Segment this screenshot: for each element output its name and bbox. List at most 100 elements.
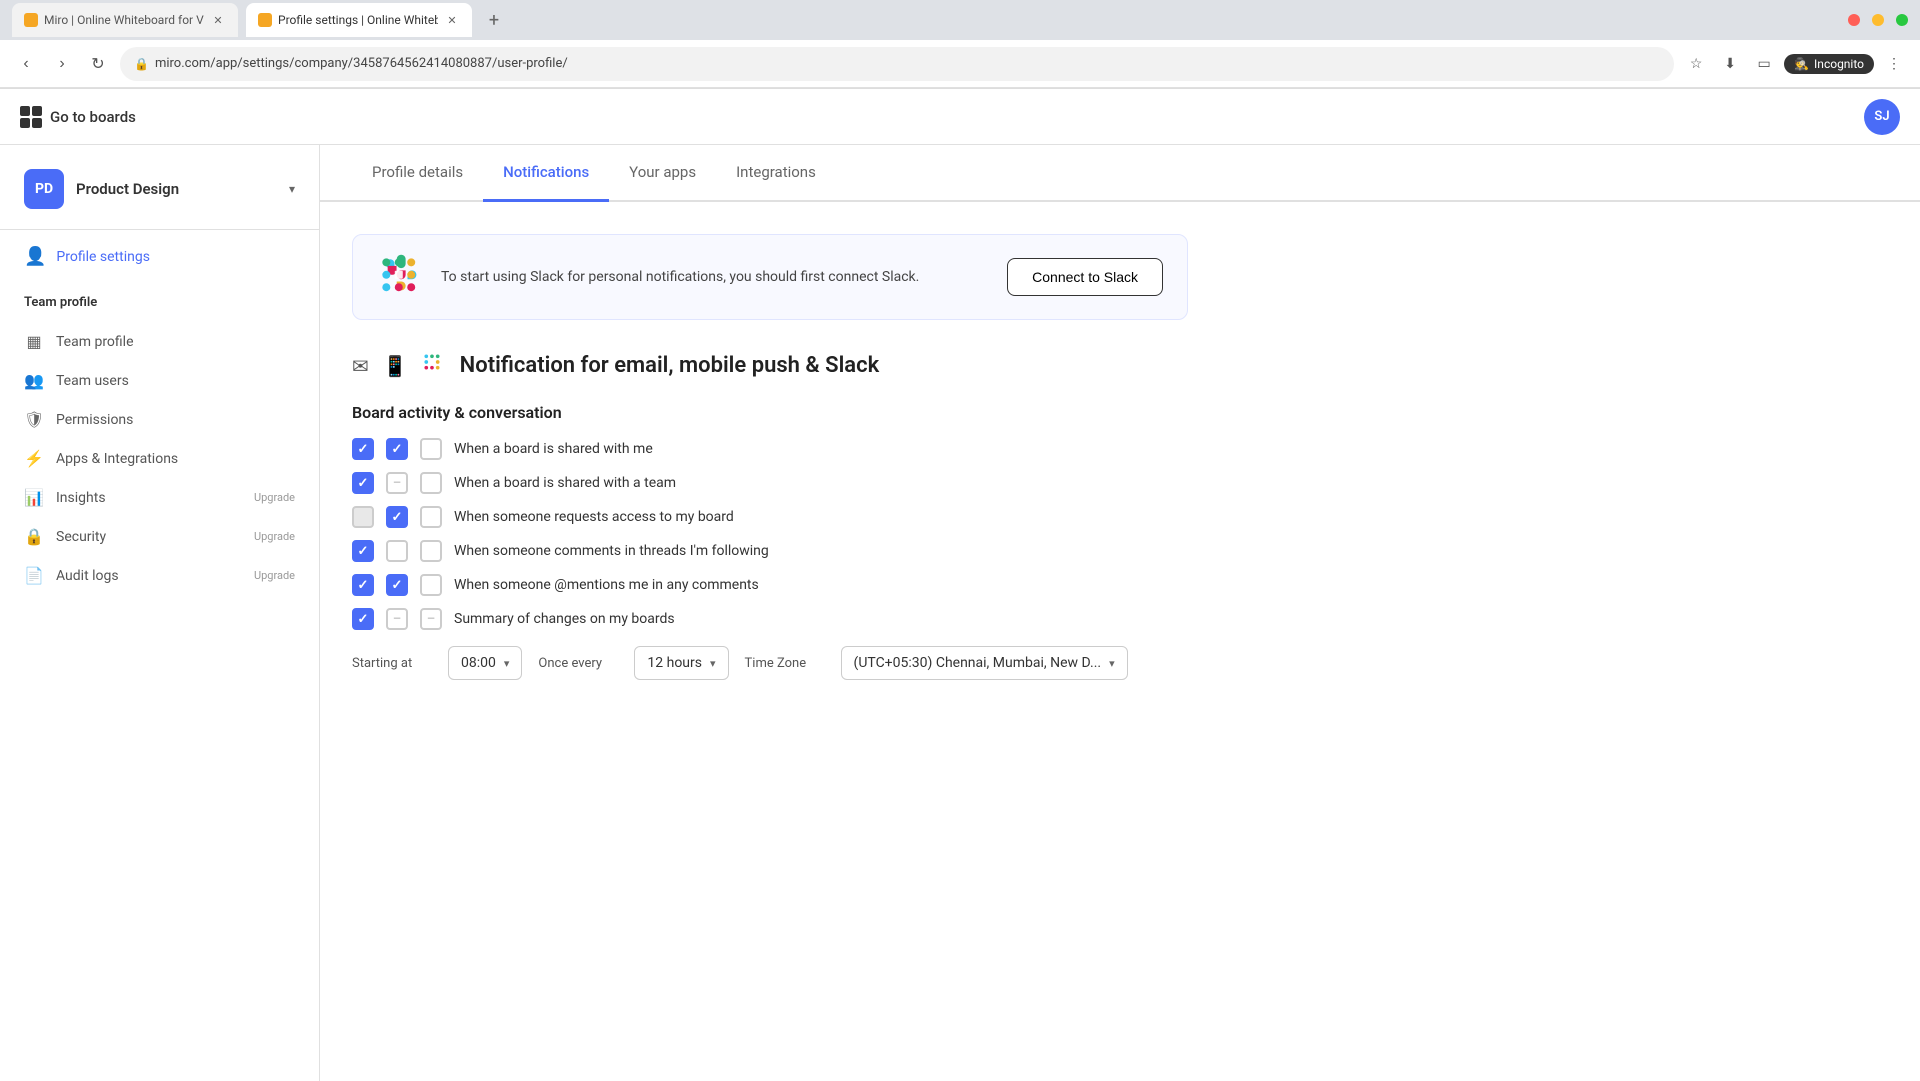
back-button[interactable]: ‹ [12,50,40,78]
browser-actions: ☆ ⬇ ▭ 🕵 Incognito ⋮ [1682,50,1908,78]
content-tabs: Profile details Notifications Your apps … [320,145,1920,202]
sidebar-item-permissions[interactable]: 🛡 Permissions [0,400,319,439]
checkbox[interactable] [420,540,442,562]
go-to-boards-button[interactable]: Go to boards [20,106,136,128]
sidebar-item-team-profile[interactable]: ▦ Team profile [0,322,319,361]
checkbox[interactable] [386,438,408,460]
sidebar-item-insights[interactable]: 📊 Insights Upgrade [0,478,319,517]
checkbox[interactable] [420,608,442,630]
checkbox[interactable] [352,438,374,460]
content-area: Profile details Notifications Your apps … [320,145,1920,1081]
browser-titlebar: Miro | Online Whiteboard for Vis... ✕ Pr… [0,0,1920,40]
sidebar-item-profile-settings[interactable]: 👤 Profile settings [0,230,319,287]
team-users-icon: 👥 [24,371,44,390]
notification-section-title: Notification for email, mobile push & Sl… [460,353,880,378]
security-icon: 🔒 [24,527,44,546]
notification-rows: When a board is shared with me When a boa… [352,438,1188,630]
time-zone-label: Time Zone [745,656,825,671]
notification-row-label: When a board is shared with a team [454,475,676,491]
connect-to-slack-button[interactable]: Connect to Slack [1007,258,1163,296]
sidebar-item-security[interactable]: 🔒 Security Upgrade [0,517,319,556]
sidebar-label-audit-logs: Audit logs [56,568,242,584]
sidebar-label-apps: Apps & Integrations [56,451,295,467]
incognito-icon: 🕵 [1794,57,1809,71]
org-selector[interactable]: PD Product Design ▾ [0,169,319,230]
checkbox[interactable] [352,472,374,494]
mobile-notif-icon: 📱 [383,354,408,378]
new-tab-button[interactable]: + [480,6,508,34]
insights-upgrade-badge: Upgrade [254,491,295,504]
profile-icon: 👤 [24,246,46,267]
checkbox[interactable] [352,574,374,596]
audit-logs-upgrade-badge: Upgrade [254,569,295,582]
sidebar-item-team-users[interactable]: 👥 Team users [0,361,319,400]
download-icon[interactable]: ⬇ [1716,50,1744,78]
notification-row: When someone @mentions me in any comment… [352,574,1188,596]
time-zone-select[interactable]: (UTC+05:30) Chennai, Mumbai, New D... ▾ [841,646,1128,680]
tab-notifications[interactable]: Notifications [483,145,609,202]
checkbox[interactable] [420,472,442,494]
checkbox[interactable] [420,438,442,460]
notification-row-label: When a board is shared with me [454,441,653,457]
avatar[interactable]: SJ [1864,99,1900,135]
sidebar-label-permissions: Permissions [56,412,295,428]
refresh-button[interactable]: ↻ [84,50,112,78]
checkbox[interactable] [352,540,374,562]
notification-row: When a board is shared with me [352,438,1188,460]
team-profile-section-label: Team profile [0,287,319,318]
checkbox[interactable] [386,540,408,562]
tab-profile-details[interactable]: Profile details [352,145,483,202]
menu-icon[interactable]: ⋮ [1880,50,1908,78]
checkbox[interactable] [420,574,442,596]
notification-row: When someone comments in threads I'm fol… [352,540,1188,562]
notification-icons: ✉ 📱 [352,352,444,379]
checkbox[interactable] [420,506,442,528]
lock-icon: 🔒 [134,57,149,71]
notification-row: When someone requests access to my board [352,506,1188,528]
tab-integrations[interactable]: Integrations [716,145,836,202]
browser-toolbar: ‹ › ↻ 🔒 miro.com/app/settings/company/34… [0,40,1920,88]
go-to-boards-label: Go to boards [50,108,136,126]
browser-tab-1[interactable]: Miro | Online Whiteboard for Vis... ✕ [12,3,238,37]
checkbox[interactable] [386,574,408,596]
grid-icon [20,106,42,128]
checkbox[interactable] [352,608,374,630]
once-every-select[interactable]: 12 hours ▾ [634,646,728,680]
notification-row-label: When someone comments in threads I'm fol… [454,543,769,559]
checkbox[interactable] [386,608,408,630]
team-profile-icon: ▦ [24,332,44,351]
insights-icon: 📊 [24,488,44,507]
browser-tab-2[interactable]: Profile settings | Online Whitebo... ✕ [246,3,472,37]
slack-logo-icon [377,253,425,301]
org-chevron-icon[interactable]: ▾ [289,182,295,196]
bookmark-icon[interactable]: ☆ [1682,50,1710,78]
checkbox[interactable] [386,472,408,494]
sidebar-item-apps-integrations[interactable]: ⚡ Apps & Integrations [0,439,319,478]
notification-row-label: When someone @mentions me in any comment… [454,577,759,593]
incognito-badge: 🕵 Incognito [1784,54,1874,74]
org-logo: PD [24,169,64,209]
sidebar-label-team-users: Team users [56,373,295,389]
browser-chrome: Miro | Online Whiteboard for Vis... ✕ Pr… [0,0,1920,89]
sidebar: PD Product Design ▾ 👤 Profile settings T… [0,145,320,1081]
sidebar-label-insights: Insights [56,490,242,506]
slack-banner: To start using Slack for personal notifi… [352,234,1188,320]
once-every-chevron-icon: ▾ [710,657,716,670]
forward-button[interactable]: › [48,50,76,78]
screen-icon[interactable]: ▭ [1750,50,1778,78]
sidebar-item-audit-logs[interactable]: 📄 Audit logs Upgrade [0,556,319,595]
checkbox[interactable] [352,506,374,528]
slack-notif-icon [422,352,444,379]
address-bar[interactable]: 🔒 miro.com/app/settings/company/34587645… [120,47,1674,81]
starting-at-select[interactable]: 08:00 ▾ [448,646,522,680]
once-every-label: Once every [538,656,618,671]
time-settings-row: Starting at 08:00 ▾ Once every 12 hours … [352,646,1188,680]
app-header: Go to boards SJ [0,89,1920,145]
checkbox[interactable] [386,506,408,528]
slack-banner-text: To start using Slack for personal notifi… [441,267,991,288]
permissions-icon: 🛡 [24,410,44,429]
tab-your-apps[interactable]: Your apps [609,145,716,202]
tab-1-close-icon[interactable]: ✕ [210,12,226,28]
tab-2-close-icon[interactable]: ✕ [444,12,460,28]
audit-logs-icon: 📄 [24,566,44,585]
